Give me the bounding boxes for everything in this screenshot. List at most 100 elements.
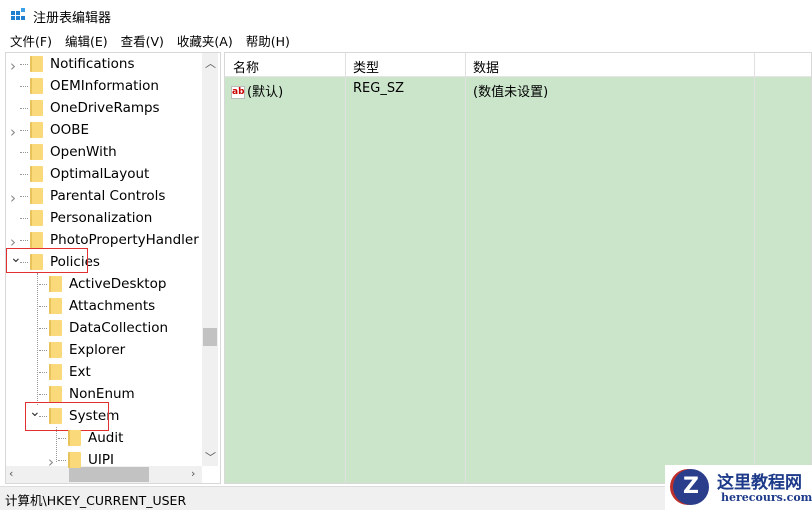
vertical-scrollbar[interactable]: ︿ ﹀ <box>202 53 218 466</box>
tree-connector <box>58 460 66 461</box>
folder-icon <box>30 100 43 116</box>
chevron-right-icon[interactable]: › <box>10 123 16 141</box>
folder-icon <box>30 144 43 160</box>
watermark: Z 这里教程网 herecours.com <box>665 465 812 510</box>
folder-icon <box>68 452 81 468</box>
column-name[interactable]: 名称 <box>233 57 259 76</box>
tree-item-label: OpenWith <box>50 144 117 160</box>
tree-connector <box>39 394 47 395</box>
tree-connector <box>20 152 28 153</box>
menu-bar: 文件(F) 编辑(E) 查看(V) 收藏夹(A) 帮助(H) <box>0 31 293 51</box>
column-type[interactable]: 类型 <box>353 57 379 76</box>
folder-icon <box>30 56 43 72</box>
folder-icon <box>49 320 62 336</box>
scroll-up-icon[interactable]: ︿ <box>205 55 216 71</box>
tree-item[interactable]: OOBE <box>30 119 89 141</box>
folder-icon <box>30 122 43 138</box>
tree-item[interactable]: Notifications <box>30 53 135 75</box>
menu-favorites[interactable]: 收藏夹(A) <box>177 31 233 51</box>
tree-item-label: OneDriveRamps <box>50 100 160 116</box>
folder-icon <box>30 188 43 204</box>
tree-item[interactable]: UIPI <box>68 449 114 471</box>
tree-connector <box>58 438 66 439</box>
chevron-right-icon[interactable]: › <box>48 453 54 471</box>
tree-connector <box>39 284 47 285</box>
folder-icon <box>30 210 43 226</box>
folder-icon <box>49 298 62 314</box>
tree-item-label: PhotoPropertyHandler <box>50 232 199 248</box>
values-list[interactable]: 名称 类型 数据 ab (默认) REG_SZ (数值未设置) <box>224 52 812 484</box>
tree-item[interactable]: OEMInformation <box>30 75 159 97</box>
scroll-left-icon[interactable]: ‹ <box>9 467 13 480</box>
tree-item-label: UIPI <box>88 452 114 468</box>
tree-item[interactable]: OptimalLayout <box>30 163 149 185</box>
tree-item[interactable]: Ext <box>49 361 91 383</box>
tree-item-label: Explorer <box>69 342 126 358</box>
folder-icon <box>30 78 43 94</box>
tree-connector <box>20 130 28 131</box>
tree-item-label: ActiveDesktop <box>69 276 167 292</box>
tree-item-label: OEMInformation <box>50 78 159 94</box>
title-bar: 注册表编辑器 <box>0 0 812 30</box>
value-data: (数值未设置) <box>473 85 549 100</box>
tree-item-label: Ext <box>69 364 91 380</box>
tree-item[interactable]: Personalization <box>30 207 152 229</box>
tree-item[interactable]: ActiveDesktop <box>49 273 166 295</box>
folder-icon <box>49 364 62 380</box>
tree-connector <box>39 306 47 307</box>
status-path: 计算机\HKEY_CURRENT_USER <box>5 493 187 508</box>
folder-icon <box>30 232 43 248</box>
chevron-right-icon[interactable]: › <box>10 189 16 207</box>
folder-icon <box>49 342 62 358</box>
menu-edit[interactable]: 编辑(E) <box>65 31 108 51</box>
tree-item-label: OOBE <box>50 122 90 138</box>
scroll-right-icon[interactable]: › <box>191 467 195 480</box>
tree-connector <box>39 372 47 373</box>
tree-connector <box>20 174 28 175</box>
watermark-url: herecours.com <box>721 491 812 504</box>
tree-item[interactable]: OneDriveRamps <box>30 97 160 119</box>
tree-item[interactable]: Explorer <box>49 339 125 361</box>
scroll-down-icon[interactable]: ﹀ <box>205 449 216 465</box>
scroll-thumb[interactable] <box>203 328 217 346</box>
menu-file[interactable]: 文件(F) <box>10 31 52 51</box>
regedit-icon <box>11 8 27 23</box>
column-data[interactable]: 数据 <box>473 57 499 76</box>
string-value-icon: ab <box>231 86 245 99</box>
list-header: 名称 类型 数据 <box>225 53 811 77</box>
tree-item-label: DataCollection <box>69 320 169 336</box>
value-name-cell: ab (默认) <box>231 81 283 100</box>
registry-tree[interactable]: ︿ ﹀ ‹ › Notifications › OEMInformation OneD… <box>5 52 221 484</box>
tree-connector <box>20 108 28 109</box>
tree-item[interactable]: Audit <box>68 427 123 449</box>
tree-item[interactable]: Parental Controls <box>30 185 165 207</box>
menu-view[interactable]: 查看(V) <box>121 31 164 51</box>
tree-connector <box>39 328 47 329</box>
highlight-box <box>6 248 88 273</box>
tree-item[interactable]: Attachments <box>49 295 155 317</box>
folder-icon <box>49 386 62 402</box>
tree-connector <box>20 218 28 219</box>
tree-item-label: NonEnum <box>69 386 135 402</box>
folder-icon <box>68 430 81 446</box>
tree-connector <box>20 196 28 197</box>
tree-item-label: Notifications <box>50 56 135 72</box>
window-title: 注册表编辑器 <box>33 11 112 26</box>
tree-item-label: Parental Controls <box>50 188 166 204</box>
folder-icon <box>30 166 43 182</box>
tree-item-label: Attachments <box>69 298 156 314</box>
tree-item[interactable]: OpenWith <box>30 141 117 163</box>
tree-item-label: OptimalLayout <box>50 166 150 182</box>
tree-connector <box>20 64 28 65</box>
chevron-right-icon[interactable]: › <box>10 57 16 75</box>
menu-help[interactable]: 帮助(H) <box>246 31 290 51</box>
value-type: REG_SZ <box>353 81 404 96</box>
tree-item-label: Personalization <box>50 210 153 226</box>
tree-item-label: Audit <box>88 430 124 446</box>
folder-icon <box>49 276 62 292</box>
tree-item[interactable]: DataCollection <box>49 317 168 339</box>
value-name: (默认) <box>247 85 284 100</box>
tree-connector <box>20 86 28 87</box>
watermark-logo: Z <box>673 469 709 505</box>
watermark-title: 这里教程网 <box>717 473 802 493</box>
